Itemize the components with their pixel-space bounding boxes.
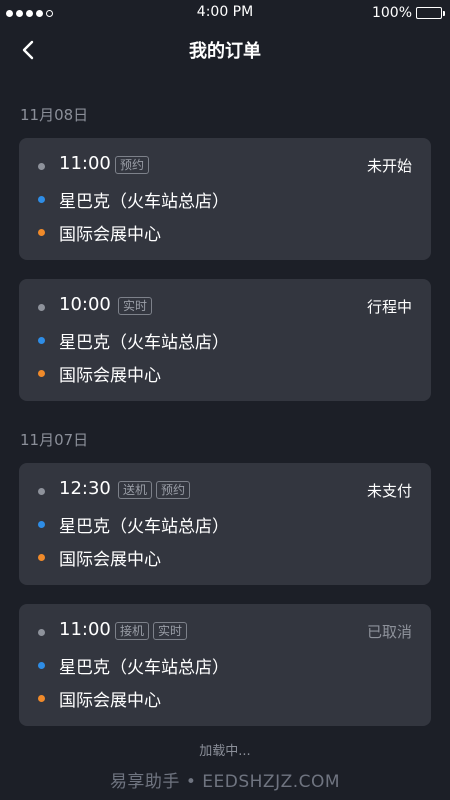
pickup-location: 星巴克（火车站总店） bbox=[59, 192, 229, 212]
order-status: 已取消 bbox=[366, 623, 412, 641]
order-card[interactable]: 10:00 实时 行程中 星巴克（火车站总店） 国际会展中心 bbox=[19, 279, 431, 401]
order-tag: 实时 bbox=[118, 297, 153, 315]
order-tag: 预约 bbox=[156, 481, 191, 499]
dropoff-dot-icon bbox=[38, 695, 45, 702]
pickup-location: 星巴克（火车站总店） bbox=[59, 517, 229, 537]
time-dot-icon bbox=[38, 163, 45, 170]
time-dot-icon bbox=[38, 488, 45, 495]
pickup-dot-icon bbox=[38, 662, 45, 669]
order-status: 未支付 bbox=[366, 482, 412, 500]
page-title: 我的订单 bbox=[189, 41, 261, 62]
time-dot-icon bbox=[38, 629, 45, 636]
pickup-location: 星巴克（火车站总店） bbox=[59, 658, 229, 678]
status-time: 4:00 PM bbox=[196, 4, 254, 20]
order-card[interactable]: 11:00 接机 实时 已取消 星巴克（火车站总店） 国际会展中心 bbox=[19, 604, 431, 726]
back-button[interactable] bbox=[14, 36, 42, 64]
dropoff-dot-icon bbox=[38, 229, 45, 236]
dropoff-location: 国际会展中心 bbox=[59, 691, 161, 711]
order-card[interactable]: 11:00 预约 未开始 星巴克（火车站总店） 国际会展中心 bbox=[19, 138, 431, 260]
chevron-left-icon bbox=[22, 40, 34, 60]
order-tag: 实时 bbox=[153, 622, 188, 640]
dropoff-dot-icon bbox=[38, 554, 45, 561]
order-time: 10:00 bbox=[59, 294, 111, 315]
order-status: 未开始 bbox=[366, 157, 412, 175]
status-bar: 4:00 PM 100% bbox=[0, 0, 450, 26]
order-time: 11:00 bbox=[59, 619, 111, 640]
pickup-dot-icon bbox=[38, 196, 45, 203]
pickup-location: 星巴克（火车站总店） bbox=[59, 333, 229, 353]
dropoff-dot-icon bbox=[38, 370, 45, 377]
order-status: 行程中 bbox=[366, 298, 412, 316]
watermark: 易享助手 • EEDSHZJZ.COM bbox=[109, 772, 341, 792]
pickup-dot-icon bbox=[38, 521, 45, 528]
dropoff-location: 国际会展中心 bbox=[59, 225, 161, 245]
date-header: 11月08日 bbox=[20, 106, 89, 124]
order-tag: 接机 bbox=[115, 622, 150, 640]
order-tag: 送机 bbox=[118, 481, 153, 499]
order-card[interactable]: 12:30 送机 预约 未支付 星巴克（火车站总店） 国际会展中心 bbox=[19, 463, 431, 585]
dropoff-location: 国际会展中心 bbox=[59, 550, 161, 570]
order-tag: 预约 bbox=[115, 156, 150, 174]
loading-indicator: 加载中... bbox=[199, 744, 251, 759]
pickup-dot-icon bbox=[38, 337, 45, 344]
nav-bar: 我的订单 bbox=[0, 26, 450, 74]
order-time: 11:00 bbox=[59, 153, 111, 174]
battery-icon bbox=[416, 7, 445, 19]
date-header: 11月07日 bbox=[20, 431, 89, 449]
dropoff-location: 国际会展中心 bbox=[59, 366, 161, 386]
time-dot-icon bbox=[38, 304, 45, 311]
order-time: 12:30 bbox=[59, 478, 111, 499]
